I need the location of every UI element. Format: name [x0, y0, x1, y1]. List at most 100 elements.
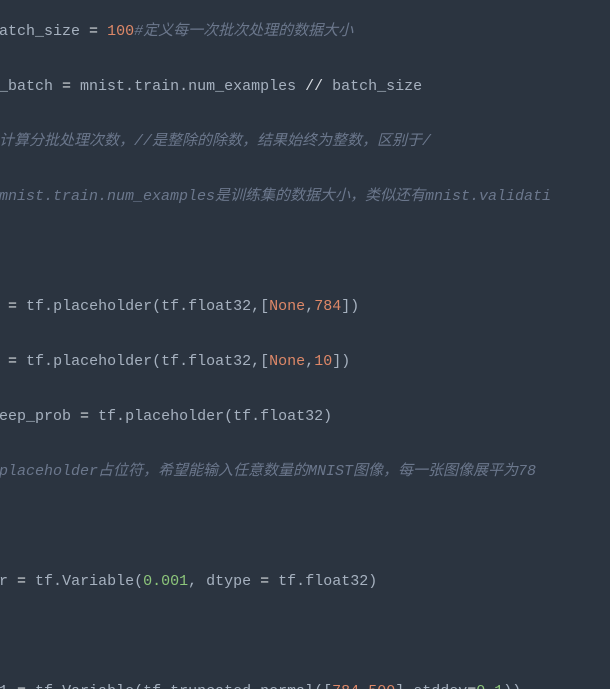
operator: =: [80, 408, 89, 425]
bracket: ,[: [251, 353, 269, 370]
operator: //: [305, 78, 323, 95]
identifier: tf: [143, 683, 161, 689]
code-line[interactable]: [0, 513, 610, 541]
dot: .: [53, 573, 62, 590]
identifier: tf: [17, 353, 44, 370]
dot: .: [179, 78, 188, 95]
identifier: lr: [0, 573, 17, 590]
comma: ,: [305, 353, 314, 370]
comma: ,: [359, 683, 368, 689]
paren: (: [152, 353, 161, 370]
code-line[interactable]: #计算分批处理次数，//是整除的除数，结果始终为整数，区别于/: [0, 128, 610, 156]
identifier: tf: [161, 353, 179, 370]
identifier: train: [134, 78, 179, 95]
comment: #计算分批处理次数，//是整除的除数，结果始终为整数，区别于/: [0, 133, 431, 150]
identifier: W1: [0, 683, 17, 689]
identifier: tf: [89, 408, 116, 425]
number: 500: [368, 683, 395, 689]
call: Variable: [62, 573, 134, 590]
identifier: dtype: [197, 573, 260, 590]
identifier: tf: [233, 408, 251, 425]
number: 10: [314, 353, 332, 370]
identifier: float32: [188, 353, 251, 370]
dot: .: [44, 353, 53, 370]
operator: =: [8, 298, 17, 315]
identifier: n_batch: [0, 78, 62, 95]
code-line[interactable]: #placeholder占位符，希望能输入任意数量的MNIST图像，每一张图像展…: [0, 458, 610, 486]
comment: #定义每一次批次处理的数据大小: [134, 23, 353, 40]
paren: (: [134, 573, 143, 590]
operator: =: [17, 683, 26, 689]
bracket: ([: [314, 683, 332, 689]
paren: )): [503, 683, 521, 689]
bracket: ],: [395, 683, 413, 689]
number: 784: [314, 298, 341, 315]
dot: .: [179, 298, 188, 315]
identifier: tf: [26, 683, 53, 689]
identifier: y: [0, 353, 8, 370]
number: 0.001: [143, 573, 188, 590]
identifier: mnist: [71, 78, 125, 95]
paren: ): [323, 408, 332, 425]
operator: =: [260, 573, 269, 590]
dot: .: [296, 573, 305, 590]
call: truncated_normal: [170, 683, 314, 689]
comment: #mnist.train.num_examples是训练集的数据大小，类似还有m…: [0, 188, 551, 205]
identifier: float32: [188, 298, 251, 315]
operator: =: [62, 78, 71, 95]
space: [98, 23, 107, 40]
identifier: tf: [17, 298, 44, 315]
identifier: tf: [161, 298, 179, 315]
code-line[interactable]: batch_size = 100#定义每一次批次处理的数据大小: [0, 18, 610, 46]
number: 0.1: [476, 683, 503, 689]
code-line[interactable]: y = tf.placeholder(tf.float32,[None,10]): [0, 348, 610, 376]
dot: .: [161, 683, 170, 689]
call: Variable: [62, 683, 134, 689]
code-line[interactable]: n_batch = mnist.train.num_examples // ba…: [0, 73, 610, 101]
code-line[interactable]: #mnist.train.num_examples是训练集的数据大小，类似还有m…: [0, 183, 610, 211]
operator: =: [467, 683, 476, 689]
dot: .: [53, 683, 62, 689]
none-literal: None: [269, 298, 305, 315]
operator: =: [89, 23, 98, 40]
call: placeholder: [125, 408, 224, 425]
comment: #placeholder占位符，希望能输入任意数量的MNIST图像，每一张图像展…: [0, 463, 536, 480]
paren: (: [224, 408, 233, 425]
code-line[interactable]: keep_prob = tf.placeholder(tf.float32): [0, 403, 610, 431]
bracket: ,[: [251, 298, 269, 315]
code-line[interactable]: lr = tf.Variable(0.001, dtype = tf.float…: [0, 568, 610, 596]
dot: .: [179, 353, 188, 370]
identifier: float32: [260, 408, 323, 425]
bracket: ]): [332, 353, 350, 370]
identifier: batch_size: [323, 78, 422, 95]
code-line[interactable]: W1 = tf.Variable(tf.truncated_normal([78…: [0, 678, 610, 689]
call: placeholder: [53, 298, 152, 315]
paren: ): [368, 573, 377, 590]
operator: =: [8, 353, 17, 370]
code-line[interactable]: [0, 623, 610, 651]
dot: .: [251, 408, 260, 425]
bracket: ]): [341, 298, 359, 315]
identifier: tf: [26, 573, 53, 590]
none-literal: None: [269, 353, 305, 370]
dot: .: [116, 408, 125, 425]
identifier: num_examples: [188, 78, 305, 95]
number: 784: [332, 683, 359, 689]
number: 100: [107, 23, 134, 40]
dot: .: [125, 78, 134, 95]
comma: ,: [188, 573, 197, 590]
paren: (: [152, 298, 161, 315]
identifier: batch_size: [0, 23, 89, 40]
identifier: tf: [269, 573, 296, 590]
code-editor[interactable]: batch_size = 100#定义每一次批次处理的数据大小 n_batch …: [0, 0, 610, 689]
code-line[interactable]: [0, 238, 610, 266]
code-line[interactable]: x = tf.placeholder(tf.float32,[None,784]…: [0, 293, 610, 321]
identifier: x: [0, 298, 8, 315]
identifier: float32: [305, 573, 368, 590]
identifier: stddev: [413, 683, 467, 689]
call: placeholder: [53, 353, 152, 370]
dot: .: [44, 298, 53, 315]
operator: =: [17, 573, 26, 590]
comma: ,: [305, 298, 314, 315]
paren: (: [134, 683, 143, 689]
